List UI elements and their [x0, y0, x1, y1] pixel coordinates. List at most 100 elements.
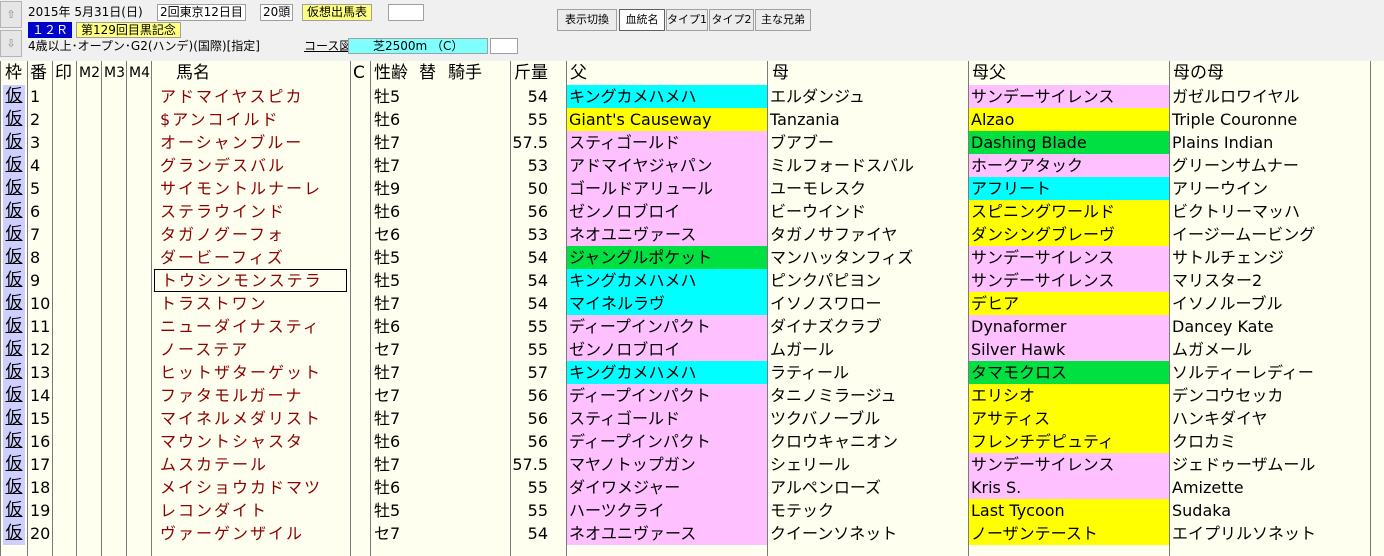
table-row[interactable]: 仮 20 ヴァーゲンザイル セ7 54 ネオユニヴァース クイーンソネット ノーザンテーストエ… [0, 522, 1384, 545]
father-name: ネオユニヴァース [567, 522, 767, 545]
sex-age: 牡5 [374, 271, 401, 290]
horse-name[interactable]: ムスカテール [160, 453, 350, 476]
horse-name[interactable]: レコンダイト [160, 499, 350, 522]
mother-name: エルダンジュ [770, 87, 865, 106]
waku-cell[interactable]: 仮 [3, 108, 25, 131]
course-map-link[interactable]: コース図 [304, 38, 351, 54]
horse-number: 7 [30, 225, 41, 244]
table-row[interactable]: 仮 13 ヒットザターゲット 牡7 57 キングカメハメハ ラティール タマモクロス ソルティー… [0, 361, 1384, 384]
horse-name[interactable]: グランデスバル [160, 154, 350, 177]
horse-name[interactable]: トラストワン [160, 292, 350, 315]
waku-cell[interactable]: 仮 [3, 154, 25, 177]
waku-cell[interactable]: 仮 [3, 131, 25, 154]
horse-name[interactable]: ダービーフィズ [160, 246, 350, 269]
waku-cell[interactable]: 仮 [3, 476, 25, 499]
horse-name[interactable]: マイネルメダリスト [160, 407, 350, 430]
mother-mother-name: ハンキダイヤ [1172, 409, 1268, 428]
mother-name: ユーモレスク [770, 179, 867, 198]
table-row[interactable]: 仮 9 トウシンモンステラ 牡5 54 キングカメハメハ ピンクパピヨン サンデーサイレンスマ… [0, 269, 1384, 292]
mother-father-name: Dynaformer [969, 315, 1169, 338]
horse-name[interactable]: ノーステア [160, 338, 350, 361]
horse-name[interactable]: ヒットザターゲット [160, 361, 350, 384]
mother-name: ダイナズクラブ [770, 317, 882, 336]
table-row[interactable]: 仮 7 タガノグーフォ セ6 53 ネオユニヴァース タガノサファイヤ ダンシングブレーヴ イー… [0, 223, 1384, 246]
waku-cell[interactable]: 仮 [3, 292, 25, 315]
mother-mother-name: マリスター2 [1172, 271, 1263, 290]
table-row[interactable]: 仮 15 マイネルメダリスト 牡7 56 スティゴールド ツクバノーブル アサティス ハンキダイ… [0, 407, 1384, 430]
waku-cell[interactable]: 仮 [3, 338, 25, 361]
horse-name[interactable]: アドマイヤスピカ [160, 85, 350, 108]
table-row[interactable]: 仮 18 メイショウカドマツ 牡6 55 ダイワメジャー アルペンローズ Kris S. Ami… [0, 476, 1384, 499]
sex-age: 牡7 [374, 409, 401, 428]
waku-cell[interactable]: 仮 [3, 384, 25, 407]
table-row[interactable]: 仮 11 ニューダイナスティ 牡6 55 ディープインパクト ダイナズクラブ Dynaform… [0, 315, 1384, 338]
mother-father-name: アフリート [969, 177, 1169, 200]
waku-cell[interactable]: 仮 [3, 315, 25, 338]
table-row[interactable]: 仮 10 トラストワン 牡7 54 マイネルラヴ イソノスワロー デヒア イソノルーブル [0, 292, 1384, 315]
table-row[interactable]: 仮 3 オーシャンブルー 牡7 57.5 スティゴールド ブアブー Dashing Blade… [0, 131, 1384, 154]
waku-cell[interactable]: 仮 [3, 453, 25, 476]
mother-name: クロウキャニオン [770, 432, 899, 451]
waku-cell[interactable]: 仮 [3, 223, 25, 246]
mother-mother-name: サトルチェンジ [1172, 248, 1285, 267]
sex-age: 牡6 [374, 432, 401, 451]
table-row[interactable]: 仮 5 サイモントルナーレ 牡9 50 ゴールドアリュール ユーモレスク アフリート アリーウイ… [0, 177, 1384, 200]
waku-cell[interactable]: 仮 [3, 361, 25, 384]
horse-name[interactable]: マウントシャスタ [160, 430, 350, 453]
display-toggle-button[interactable]: 表示切換 [557, 9, 617, 31]
table-row[interactable]: 仮 8 ダービーフィズ 牡5 54 ジャングルポケット マンハッタンフィズ サンデーサイレンス… [0, 246, 1384, 269]
table-row[interactable]: 仮 6 ステラウインド 牡6 56 ゼンノロブロイ ビーウインド スピニングワールド ビクトリー… [0, 200, 1384, 223]
horse-name[interactable]: ファタモルガーナ [160, 384, 350, 407]
sex-age: 牡6 [374, 202, 401, 221]
siblings-tab[interactable]: 主な兄弟 [755, 9, 811, 31]
table-row[interactable]: 仮 17 ムスカテール 牡7 57.5 マヤノトップガン シェリール サンデーサイレンス ジェド… [0, 453, 1384, 476]
waku-cell[interactable]: 仮 [3, 200, 25, 223]
father-name: ハーツクライ [567, 499, 767, 522]
weight: 56 [527, 432, 548, 451]
table-row[interactable]: 仮 2 $アンコイルド 牡6 55 Giant's Causeway Tanzania Alz… [0, 108, 1384, 131]
horse-number: 15 [30, 409, 51, 428]
sex-age: 牡6 [374, 478, 401, 497]
table-row[interactable]: 仮 4 グランデスバル 牡7 53 アドマイヤジャパン ミルフォードスバル ホークアタック グリ… [0, 154, 1384, 177]
sex-age: 牡5 [374, 87, 401, 106]
blank-field [388, 4, 424, 21]
horse-name[interactable]: サイモントルナーレ [160, 177, 350, 200]
father-name: ネオユニヴァース [567, 223, 767, 246]
horse-name[interactable]: タガノグーフォ [160, 223, 350, 246]
table-row[interactable]: 仮 16 マウントシャスタ 牡6 56 ディープインパクト クロウキャニオン フレンチデピュテ… [0, 430, 1384, 453]
card-button[interactable]: 仮想出馬表 [302, 4, 373, 21]
type1-tab[interactable]: タイプ1 [666, 9, 708, 31]
table-row[interactable]: 仮 19 レコンダイト 牡5 55 ハーツクライ モテック Last Tycoon Sudaka [0, 499, 1384, 522]
table-row[interactable]: 仮 1 アドマイヤスピカ 牡5 54 キングカメハメハ エルダンジュ サンデーサイレンス ガゼル… [0, 85, 1384, 108]
pedigree-tab[interactable]: 血統名 [619, 9, 665, 31]
waku-cell[interactable]: 仮 [3, 499, 25, 522]
weight: 55 [527, 478, 548, 497]
horse-name[interactable]: $アンコイルド [160, 108, 350, 131]
horse-name[interactable]: メイショウカドマツ [160, 476, 350, 499]
waku-cell[interactable]: 仮 [3, 269, 25, 292]
type2-tab[interactable]: タイプ2 [709, 9, 754, 31]
father-name: マヤノトップガン [567, 453, 767, 476]
horse-number: 16 [30, 432, 51, 451]
mother-father-name: スピニングワールド [969, 200, 1169, 223]
waku-cell[interactable]: 仮 [3, 246, 25, 269]
waku-cell[interactable]: 仮 [3, 430, 25, 453]
waku-cell[interactable]: 仮 [3, 177, 25, 200]
mother-father-name: ホークアタック [969, 154, 1169, 177]
waku-cell[interactable]: 仮 [3, 522, 25, 545]
horse-name[interactable]: ヴァーゲンザイル [160, 522, 350, 545]
mother-name: マンハッタンフィズ [770, 248, 914, 267]
prev-race-button[interactable]: ⇧ [0, 1, 22, 28]
table-row[interactable]: 仮 12 ノーステア セ7 55 ゼンノロブロイ ムガール Silver Hawk ムガメール [0, 338, 1384, 361]
table-row[interactable]: 仮 14 ファタモルガーナ セ7 56 ディープインパクト タニノミラージュ エリシオ デンコウ… [0, 384, 1384, 407]
waku-cell[interactable]: 仮 [3, 85, 25, 108]
next-race-button[interactable]: ⇩ [0, 30, 22, 57]
horse-name[interactable]: ステラウインド [160, 200, 350, 223]
race-conditions: 4歳以上･オープン･G2(ハンデ)(国際)[指定] [28, 39, 260, 53]
waku-cell[interactable]: 仮 [3, 407, 25, 430]
horse-name[interactable]: トウシンモンステラ [154, 269, 347, 292]
horse-name[interactable]: オーシャンブルー [160, 131, 350, 154]
course-value: 芝2500m （C） [348, 38, 488, 54]
mother-father-name: Silver Hawk [969, 338, 1169, 361]
horse-name[interactable]: ニューダイナスティ [160, 315, 350, 338]
